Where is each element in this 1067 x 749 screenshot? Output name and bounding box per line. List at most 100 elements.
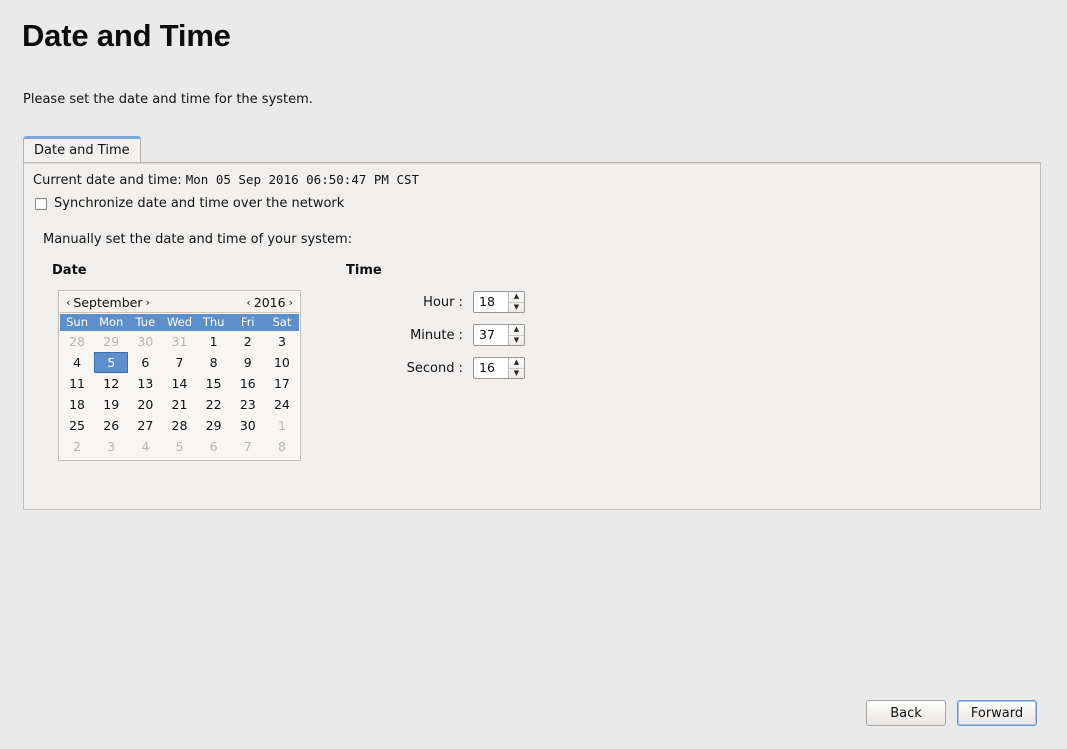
calendar-day[interactable]: 28 <box>60 331 94 352</box>
calendar-day[interactable]: 21 <box>162 394 196 415</box>
calendar-day-name-fri: Fri <box>240 315 255 329</box>
calendar-day[interactable]: 27 <box>128 415 162 436</box>
minute-spin-up-icon[interactable]: ▲ <box>509 325 524 336</box>
calendar-day[interactable]: 9 <box>231 352 265 373</box>
hour-row: Hour : 18 ▲ ▼ <box>354 291 525 313</box>
second-spin-buttons[interactable]: ▲ ▼ <box>508 358 524 378</box>
minute-input[interactable]: 37 <box>474 325 508 345</box>
calendar-day[interactable]: 8 <box>265 436 299 457</box>
tab-date-and-time[interactable]: Date and Time <box>23 136 141 162</box>
minute-spinner[interactable]: 37 ▲ ▼ <box>473 324 525 346</box>
calendar-day[interactable]: 4 <box>128 436 162 457</box>
hour-label: Hour : <box>423 294 463 310</box>
next-month-icon[interactable]: › <box>145 297 151 308</box>
manual-set-label: Manually set the date and time of your s… <box>43 232 353 247</box>
calendar-day[interactable]: 2 <box>231 331 265 352</box>
calendar-day[interactable]: 11 <box>60 373 94 394</box>
back-button[interactable]: Back <box>866 700 946 726</box>
hour-input[interactable]: 18 <box>474 292 508 312</box>
calendar-day[interactable]: 18 <box>60 394 94 415</box>
calendar-day[interactable]: 22 <box>197 394 231 415</box>
calendar-day-name-mon: Mon <box>99 315 124 329</box>
current-date-time-line: Current date and time: Mon 05 Sep 2016 06… <box>33 172 419 188</box>
calendar-day-name-wed: Wed <box>166 315 193 329</box>
calendar-day[interactable]: 25 <box>60 415 94 436</box>
calendar-day-grid[interactable]: 28 29 30 31 1 2 3 4 5 6 7 8 9 10 11 12 13 14 15 16 17 18 19 20 2… <box>60 331 299 457</box>
current-date-time-value: Mon 05 Sep 2016 06:50:47 PM CST <box>185 172 420 187</box>
calendar-day-name-tue: Tue <box>135 315 156 329</box>
prev-year-icon[interactable]: ‹ <box>245 297 251 308</box>
calendar-day[interactable]: 8 <box>197 352 231 373</box>
calendar-day[interactable]: 7 <box>162 352 196 373</box>
page-title: Date and Time <box>22 18 231 53</box>
sync-network-label: Synchronize date and time over the netwo… <box>54 196 345 211</box>
calendar-year-nav: ‹ 2016 › <box>245 295 294 310</box>
minute-row: Minute : 37 ▲ ▼ <box>354 324 525 346</box>
calendar-day[interactable]: 4 <box>60 352 94 373</box>
next-year-icon[interactable]: › <box>288 297 294 308</box>
calendar-day[interactable]: 3 <box>94 436 128 457</box>
calendar-day-name-thu: Thu <box>202 315 225 329</box>
calendar-day-name-sat: Sat <box>272 315 292 329</box>
calendar-day[interactable]: 6 <box>128 352 162 373</box>
calendar-day[interactable]: 30 <box>231 415 265 436</box>
calendar-widget[interactable]: ‹ September › ‹ 2016 › Sun Mon Tue Wed Thu Fr… <box>58 290 301 461</box>
date-time-panel: Current date and time: Mon 05 Sep 2016 06… <box>23 162 1041 510</box>
calendar-header: ‹ September › ‹ 2016 › <box>60 292 299 313</box>
calendar-day[interactable]: 15 <box>197 373 231 394</box>
hour-spin-buttons[interactable]: ▲ ▼ <box>508 292 524 312</box>
calendar-day[interactable]: 7 <box>231 436 265 457</box>
calendar-day[interactable]: 13 <box>128 373 162 394</box>
hour-spinner[interactable]: 18 ▲ ▼ <box>473 291 525 313</box>
second-spin-up-icon[interactable]: ▲ <box>509 358 524 369</box>
second-spin-down-icon[interactable]: ▼ <box>509 369 524 379</box>
calendar-day[interactable]: 31 <box>162 331 196 352</box>
forward-button[interactable]: Forward <box>957 700 1037 726</box>
calendar-day[interactable]: 29 <box>94 331 128 352</box>
prev-month-icon[interactable]: ‹ <box>65 297 71 308</box>
calendar-day[interactable]: 29 <box>197 415 231 436</box>
calendar-month-label: September <box>73 294 143 310</box>
calendar-day[interactable]: 3 <box>265 331 299 352</box>
second-spinner[interactable]: 16 ▲ ▼ <box>473 357 525 379</box>
time-section-heading: Time <box>346 263 382 278</box>
second-row: Second : 16 ▲ ▼ <box>354 357 525 379</box>
sync-network-row[interactable]: Synchronize date and time over the netwo… <box>35 196 344 211</box>
calendar-day[interactable]: 24 <box>265 394 299 415</box>
calendar-day-name-sun: Sun <box>66 315 89 329</box>
current-date-time-label: Current date and time: <box>33 173 182 188</box>
calendar-day[interactable]: 30 <box>128 331 162 352</box>
date-section-heading: Date <box>52 263 87 278</box>
minute-spin-down-icon[interactable]: ▼ <box>509 336 524 346</box>
calendar-day[interactable]: 19 <box>94 394 128 415</box>
calendar-day[interactable]: 26 <box>94 415 128 436</box>
tab-label: Date and Time <box>34 143 130 158</box>
calendar-year-label: 2016 <box>253 294 286 310</box>
hour-spin-up-icon[interactable]: ▲ <box>509 292 524 303</box>
calendar-day[interactable]: 23 <box>231 394 265 415</box>
page-subtitle: Please set the date and time for the sys… <box>23 92 313 107</box>
hour-spin-down-icon[interactable]: ▼ <box>509 303 524 313</box>
calendar-day[interactable]: 10 <box>265 352 299 373</box>
calendar-day[interactable]: 14 <box>162 373 196 394</box>
minute-label: Minute : <box>410 327 463 343</box>
calendar-day[interactable]: 17 <box>265 373 299 394</box>
calendar-day[interactable]: 5 <box>162 436 196 457</box>
minute-spin-buttons[interactable]: ▲ ▼ <box>508 325 524 345</box>
tab-strip: Date and Time <box>23 136 1041 163</box>
sync-network-checkbox[interactable] <box>35 197 47 210</box>
calendar-day[interactable]: 16 <box>231 373 265 394</box>
calendar-day[interactable]: 1 <box>265 415 299 436</box>
calendar-day[interactable]: 1 <box>197 331 231 352</box>
calendar-day[interactable]: 28 <box>162 415 196 436</box>
second-label: Second : <box>406 360 463 376</box>
calendar-day-names: Sun Mon Tue Wed Thu Fri Sat <box>60 314 299 331</box>
calendar-day[interactable]: 6 <box>197 436 231 457</box>
calendar-month-nav: ‹ September › <box>65 295 151 310</box>
calendar-day[interactable]: 2 <box>60 436 94 457</box>
footer-buttons: Back Forward <box>866 700 1037 726</box>
second-input[interactable]: 16 <box>474 358 508 378</box>
calendar-day-selected[interactable]: 5 <box>94 352 129 373</box>
calendar-day[interactable]: 20 <box>128 394 162 415</box>
calendar-day[interactable]: 12 <box>94 373 128 394</box>
